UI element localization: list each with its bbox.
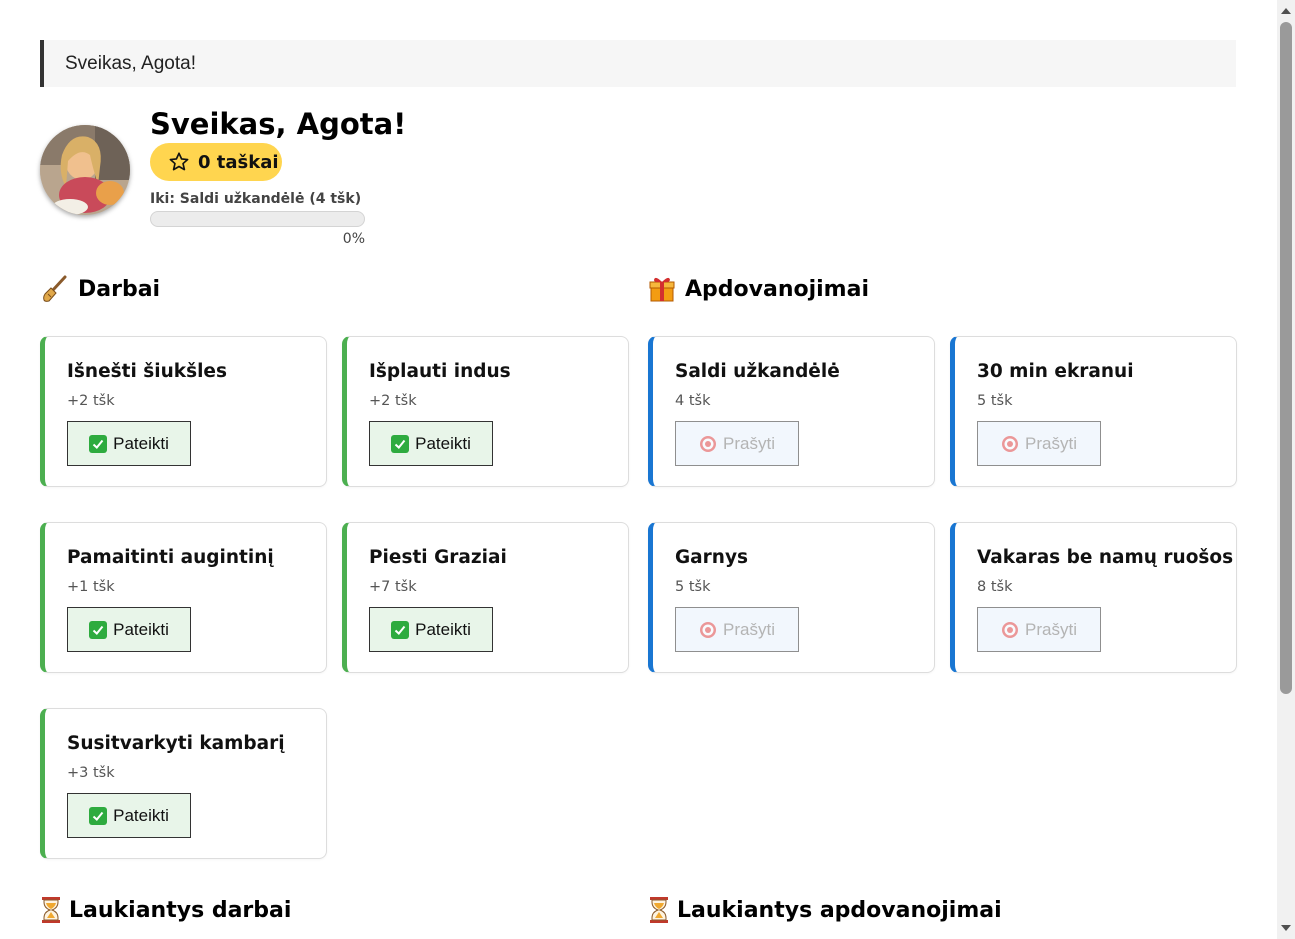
rewards-section-title: Apdovanojimai xyxy=(649,273,869,305)
reward-cost: 4 tšk xyxy=(675,393,711,409)
reward-card: Garnys 5 tšk Prašyti xyxy=(648,522,935,673)
submit-chore-button[interactable]: Pateikti xyxy=(369,421,493,466)
request-reward-button[interactable]: Prašyti xyxy=(675,607,799,652)
reward-card: Vakaras be namų ruošos 8 tšk Prašyti xyxy=(950,522,1237,673)
dashboard-page: Sveikas, Agota! Sveikas, Agota! 0 taškai… xyxy=(0,0,1295,939)
reward-title: 30 min ekranui xyxy=(977,361,1134,382)
checkmark-icon xyxy=(89,620,108,639)
request-label: Prašyti xyxy=(723,619,775,639)
target-icon xyxy=(699,621,717,639)
pending-chores-title: Laukiantys darbai xyxy=(69,897,292,923)
request-label: Prašyti xyxy=(1025,433,1077,453)
chore-points: +7 tšk xyxy=(369,579,417,595)
request-reward-button[interactable]: Prašyti xyxy=(977,607,1101,652)
reward-card: 30 min ekranui 5 tšk Prašyti xyxy=(950,336,1237,487)
submit-label: Pateikti xyxy=(113,433,169,453)
chores-title: Darbai xyxy=(78,276,161,302)
submit-label: Pateikti xyxy=(415,433,471,453)
star-icon xyxy=(168,151,190,173)
chore-card: Pamaitinti augintinį +1 tšk Pateikti xyxy=(40,522,327,673)
request-label: Prašyti xyxy=(723,433,775,453)
target-icon xyxy=(699,435,717,453)
reward-cost: 8 tšk xyxy=(977,579,1013,595)
chore-points: +2 tšk xyxy=(369,393,417,409)
chore-card: Piesti Graziai +7 tšk Pateikti xyxy=(342,522,629,673)
target-icon xyxy=(1001,435,1019,453)
reward-title: Saldi užkandėlė xyxy=(675,361,840,382)
scroll-up-arrow-icon[interactable] xyxy=(1281,8,1291,14)
broom-icon xyxy=(42,275,68,303)
submit-label: Pateikti xyxy=(415,619,471,639)
reward-title: Vakaras be namų ruošos xyxy=(977,547,1234,568)
reward-cost: 5 tšk xyxy=(977,393,1013,409)
submit-chore-button[interactable]: Pateikti xyxy=(369,607,493,652)
chores-section-title: Darbai xyxy=(42,273,160,305)
submit-chore-button[interactable]: Pateikti xyxy=(67,793,191,838)
reward-title: Garnys xyxy=(675,547,749,568)
pending-chores-section-title: Laukiantys darbai xyxy=(41,894,291,926)
request-reward-button[interactable]: Prašyti xyxy=(675,421,799,466)
vertical-scrollbar[interactable] xyxy=(1277,0,1295,939)
chore-card: Išplauti indus +2 tšk Pateikti xyxy=(342,336,629,487)
submit-label: Pateikti xyxy=(113,619,169,639)
chore-points: +3 tšk xyxy=(67,765,115,781)
greeting-title: Sveikas, Agota! xyxy=(150,107,407,141)
points-badge: 0 taškai xyxy=(150,143,282,181)
chore-title: Pamaitinti augintinį xyxy=(67,547,274,568)
scrollbar-thumb[interactable] xyxy=(1280,22,1292,694)
submit-label: Pateikti xyxy=(113,805,169,825)
progress-label: Iki: Saldi užkandėlė (4 tšk) xyxy=(150,191,362,207)
chore-title: Piesti Graziai xyxy=(369,547,507,568)
checkmark-icon xyxy=(89,806,108,825)
avatar-photo xyxy=(40,125,130,215)
chore-card: Susitvarkyti kambarį +3 tšk Pateikti xyxy=(40,708,327,859)
request-reward-button[interactable]: Prašyti xyxy=(977,421,1101,466)
reward-card: Saldi užkandėlė 4 tšk Prašyti xyxy=(648,336,935,487)
chore-points: +1 tšk xyxy=(67,579,115,595)
progress-bar xyxy=(150,211,365,227)
reward-cost: 5 tšk xyxy=(675,579,711,595)
chore-title: Susitvarkyti kambarį xyxy=(67,733,285,754)
chore-card: Išnešti šiukšles +2 tšk Pateikti xyxy=(40,336,327,487)
checkmark-icon xyxy=(89,434,108,453)
checkmark-icon xyxy=(391,434,410,453)
chore-title: Išnešti šiukšles xyxy=(67,361,227,382)
rewards-title: Apdovanojimai xyxy=(685,276,869,302)
target-icon xyxy=(1001,621,1019,639)
points-label: 0 taškai xyxy=(198,151,279,173)
gift-icon xyxy=(649,275,675,303)
pending-rewards-title: Laukiantys apdovanojimai xyxy=(677,897,1002,923)
avatar xyxy=(40,125,130,215)
request-label: Prašyti xyxy=(1025,619,1077,639)
chore-title: Išplauti indus xyxy=(369,361,511,382)
submit-chore-button[interactable]: Pateikti xyxy=(67,421,191,466)
welcome-banner: Sveikas, Agota! xyxy=(40,40,1236,87)
progress-percent: 0% xyxy=(342,231,365,247)
hourglass-icon xyxy=(649,896,669,924)
scroll-down-arrow-icon[interactable] xyxy=(1281,925,1291,931)
chore-points: +2 tšk xyxy=(67,393,115,409)
hourglass-icon xyxy=(41,896,61,924)
checkmark-icon xyxy=(391,620,410,639)
submit-chore-button[interactable]: Pateikti xyxy=(67,607,191,652)
pending-rewards-section-title: Laukiantys apdovanojimai xyxy=(649,894,1002,926)
